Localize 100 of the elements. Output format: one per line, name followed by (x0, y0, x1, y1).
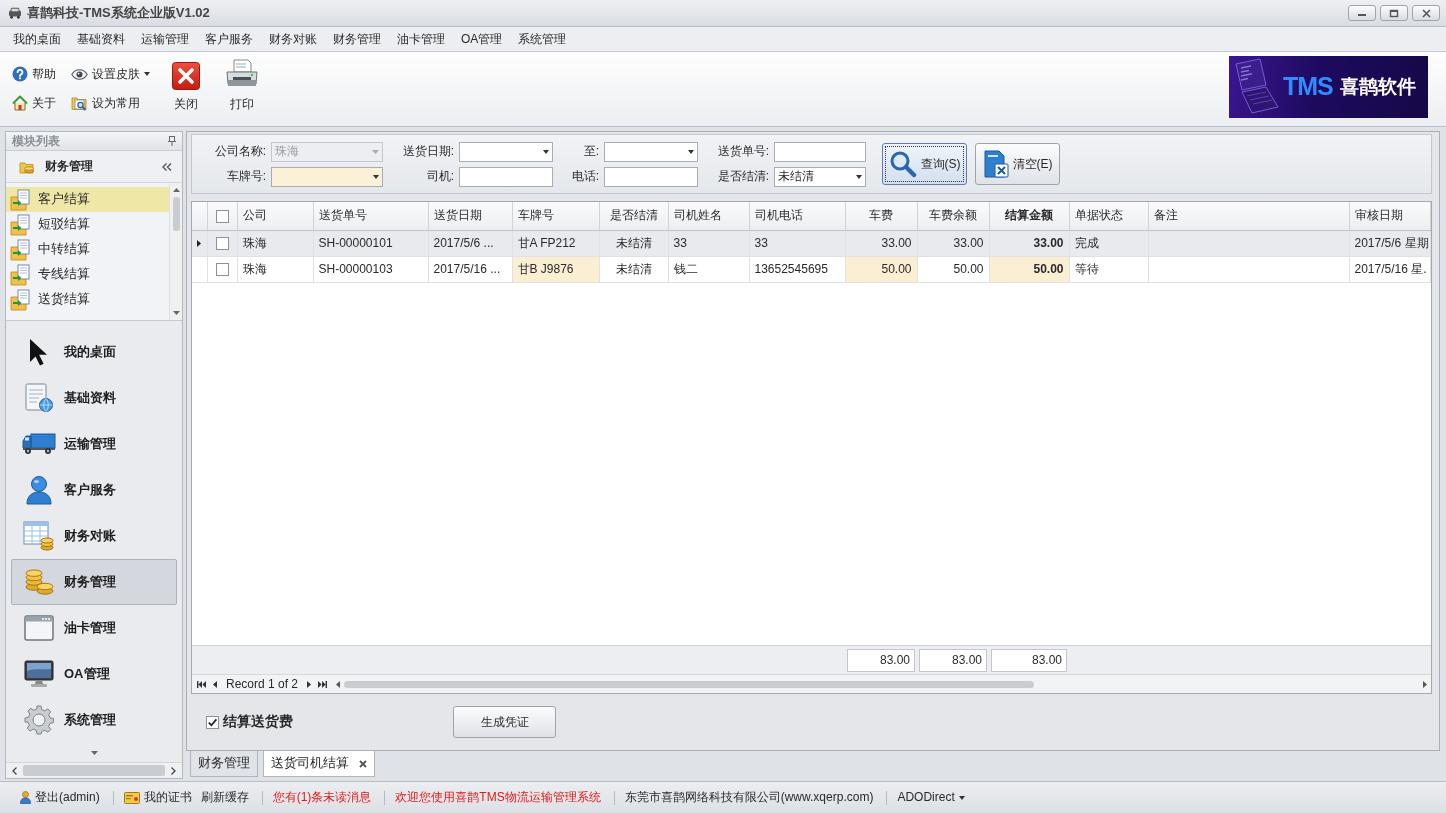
column-header[interactable]: 单据状态 (1069, 202, 1148, 230)
next-page-icon[interactable] (307, 680, 312, 688)
menu-item[interactable]: 财务管理 (325, 31, 389, 47)
input-field[interactable] (459, 166, 553, 187)
minimize-button[interactable] (1348, 5, 1376, 21)
status-item[interactable]: 刷新缓存 (197, 790, 252, 805)
scroll-left-icon[interactable] (336, 680, 341, 688)
field-label: 电话: (570, 169, 599, 184)
column-header[interactable]: 送货单号 (313, 202, 428, 230)
scroll-thumb[interactable] (344, 680, 1035, 688)
menu-item[interactable]: 基础资料 (69, 31, 133, 47)
close-button[interactable] (1412, 5, 1440, 21)
list-item[interactable]: 中转结算 (6, 237, 169, 262)
scroll-down-icon[interactable] (90, 751, 98, 755)
nav-button[interactable]: 客户服务 (11, 467, 177, 513)
nav-button[interactable]: 我的桌面 (11, 329, 177, 375)
nav-button[interactable]: 财务对账 (11, 513, 177, 559)
dropdown-field[interactable] (271, 166, 383, 187)
toolbar-button[interactable]: 设置皮肤 (71, 64, 150, 84)
previous-page-icon[interactable] (213, 680, 217, 688)
column-header[interactable]: 是否结清 (599, 202, 668, 230)
menu-item[interactable]: 财务对账 (261, 31, 325, 47)
list-item[interactable]: 专线结算 (6, 262, 169, 287)
column-header[interactable]: 车牌号 (512, 202, 599, 230)
column-header[interactable]: 送货日期 (428, 202, 512, 230)
table-cell: 2017/5/6 ... (428, 230, 512, 256)
dropdown-field[interactable] (459, 141, 553, 162)
scroll-left-icon[interactable] (12, 766, 17, 775)
last-page-icon[interactable] (318, 680, 328, 688)
input-field[interactable] (604, 166, 698, 187)
group-header[interactable]: 财务管理 (6, 151, 182, 183)
pin-icon[interactable] (168, 136, 176, 146)
tab[interactable]: 送货司机结算 (263, 751, 375, 777)
menu-item[interactable]: OA管理 (453, 31, 511, 47)
close-icon[interactable] (359, 759, 367, 768)
dropdown-field[interactable]: 未结清 (774, 166, 866, 187)
list-item[interactable]: 送货结算 (6, 287, 169, 312)
folder-document-icon (10, 238, 32, 261)
menu-item[interactable]: 油卡管理 (389, 31, 453, 47)
collapse-icon[interactable] (162, 162, 172, 171)
status-item[interactable]: ADODirect (894, 790, 968, 805)
column-header[interactable]: 审核日期 (1349, 202, 1431, 230)
menu-item[interactable]: 我的桌面 (5, 31, 69, 47)
checkbox[interactable] (206, 715, 219, 729)
search-button[interactable]: 查询(S) (882, 143, 967, 185)
scroll-right-icon[interactable] (1423, 680, 1427, 688)
table-cell: 33.00 (845, 230, 917, 256)
menu-item[interactable]: 运输管理 (133, 31, 197, 47)
scrollbar[interactable] (6, 762, 182, 778)
scroll-thumb[interactable] (172, 197, 180, 231)
field-label: 至: (582, 144, 599, 159)
menu-item[interactable]: 系统管理 (510, 31, 575, 47)
nav-button[interactable]: 财务管理 (11, 559, 177, 605)
list-item[interactable]: 客户结算 (6, 187, 169, 212)
status-item[interactable]: 欢迎您使用喜鹊TMS物流运输管理系统 (392, 790, 604, 805)
nav-button[interactable]: 基础资料 (11, 375, 177, 421)
scrollbar[interactable] (169, 183, 182, 320)
nav-button[interactable]: OA管理 (11, 651, 177, 697)
column-header[interactable]: 结算金额 (989, 202, 1069, 230)
checkbox[interactable] (215, 236, 229, 250)
toolbar-button[interactable]: 设为常用 (71, 93, 150, 113)
toolbar-button[interactable]: 打印 (214, 52, 270, 126)
list-item[interactable]: 短驳结算 (6, 212, 169, 237)
generate-button[interactable]: 生成凭证 (453, 706, 556, 738)
table-row[interactable]: 珠海 SH-00000103 2017/5/16 ... 甘B J9876 未结清 钱二 13652545695 50.00 50.00 50.00 等待 2017/5/16 星. (192, 256, 1431, 282)
status-item[interactable]: 您有(1)条未读消息 (269, 790, 375, 805)
scroll-up-icon[interactable] (172, 188, 180, 192)
checkbox[interactable] (215, 262, 229, 276)
nav-button[interactable]: 油卡管理 (11, 605, 177, 651)
column-header[interactable]: 司机姓名 (668, 202, 749, 230)
toolbar-button[interactable]: 帮助 (12, 64, 71, 84)
column-header[interactable]: 车费 (845, 202, 917, 230)
column-header[interactable]: 公司 (237, 202, 313, 230)
nav-button[interactable]: 系统管理 (11, 697, 177, 743)
nav-button[interactable]: 运输管理 (11, 421, 177, 467)
table-row[interactable]: 珠海 SH-00000101 2017/5/6 ... 甘A FP212 未结清 33 33 33.00 33.00 33.00 完成 2017/5/6 星期 (192, 230, 1431, 256)
menu-item[interactable]: 客户服务 (197, 31, 261, 47)
scroll-thumb[interactable] (23, 765, 165, 776)
toolbar-button[interactable]: 关于 (12, 93, 71, 113)
dropdown-field[interactable] (604, 141, 698, 162)
clear-button[interactable]: 清空(E) (975, 143, 1060, 185)
maximize-button[interactable] (1380, 5, 1408, 21)
status-item[interactable]: 东莞市喜鹊网络科技有限公司(www.xqerp.com) (621, 790, 877, 805)
status-item[interactable]: 我的证书 (120, 790, 195, 805)
checkbox[interactable] (215, 209, 229, 223)
scroll-right-icon[interactable] (171, 766, 176, 775)
cursor-icon (29, 338, 49, 366)
first-page-icon[interactable] (197, 680, 206, 688)
column-header[interactable]: 备注 (1148, 202, 1349, 230)
status-item[interactable]: 登出(admin) (17, 790, 103, 805)
eye-icon (71, 68, 88, 80)
toolbar-button[interactable]: 关闭 (158, 52, 214, 126)
tab[interactable]: 财务管理 (190, 751, 258, 777)
column-header[interactable]: 司机电话 (749, 202, 845, 230)
column-header[interactable]: 车费余额 (917, 202, 989, 230)
input-field[interactable] (774, 141, 866, 162)
window-title: 喜鹊科技-TMS系统企业版V1.02 (27, 4, 210, 22)
caret-icon (373, 174, 379, 179)
scroll-down-icon[interactable] (172, 311, 180, 315)
table-cell: 2017/5/6 星期 (1349, 230, 1431, 256)
